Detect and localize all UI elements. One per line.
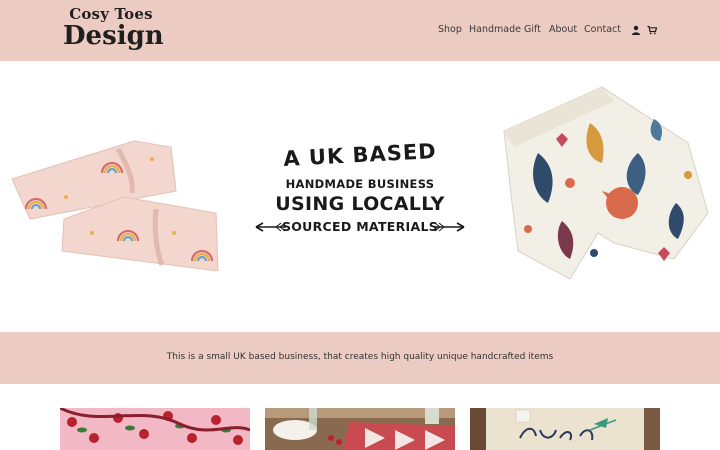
product-tile-cherry-fabric[interactable] <box>60 408 250 450</box>
nav-shop[interactable]: Shop <box>438 24 462 35</box>
tagline-line-2: HANDMADE BUSINESS <box>285 177 435 191</box>
nav-handmade[interactable]: Handmade <box>469 24 521 35</box>
cart-icon[interactable] <box>647 25 657 35</box>
tagline-line-3: USING LOCALLY <box>275 193 445 215</box>
hero-section: A UK BASED HANDMADE BUSINESS USING LOCAL… <box>0 61 720 332</box>
intro-band: This is a small UK based business, that … <box>0 332 720 384</box>
nav-about[interactable]: About <box>549 24 577 35</box>
headbands-photo <box>11 140 219 271</box>
logo-text-bottom: Design <box>63 21 164 51</box>
hero-tagline: A UK BASED HANDMADE BUSINESS USING LOCAL… <box>254 139 466 239</box>
user-icon[interactable] <box>631 25 641 35</box>
intro-text: This is a small UK based business, that … <box>166 352 554 362</box>
site-header: Cosy Toes Design Shop Handmade Gift Abou… <box>0 0 720 61</box>
nav-contact[interactable]: Contact <box>584 24 621 35</box>
product-tile-table-runner[interactable] <box>265 408 455 450</box>
site-logo[interactable]: Cosy Toes Design <box>63 5 164 55</box>
tagline-line-1: A UK BASED <box>282 139 438 171</box>
arrow-right-icon <box>434 222 465 232</box>
product-tile-embroidered-tote[interactable] <box>470 408 660 450</box>
baby-shorts-photo <box>503 86 709 280</box>
arrow-left-icon <box>255 222 286 232</box>
nav-gift[interactable]: Gift <box>524 24 541 35</box>
